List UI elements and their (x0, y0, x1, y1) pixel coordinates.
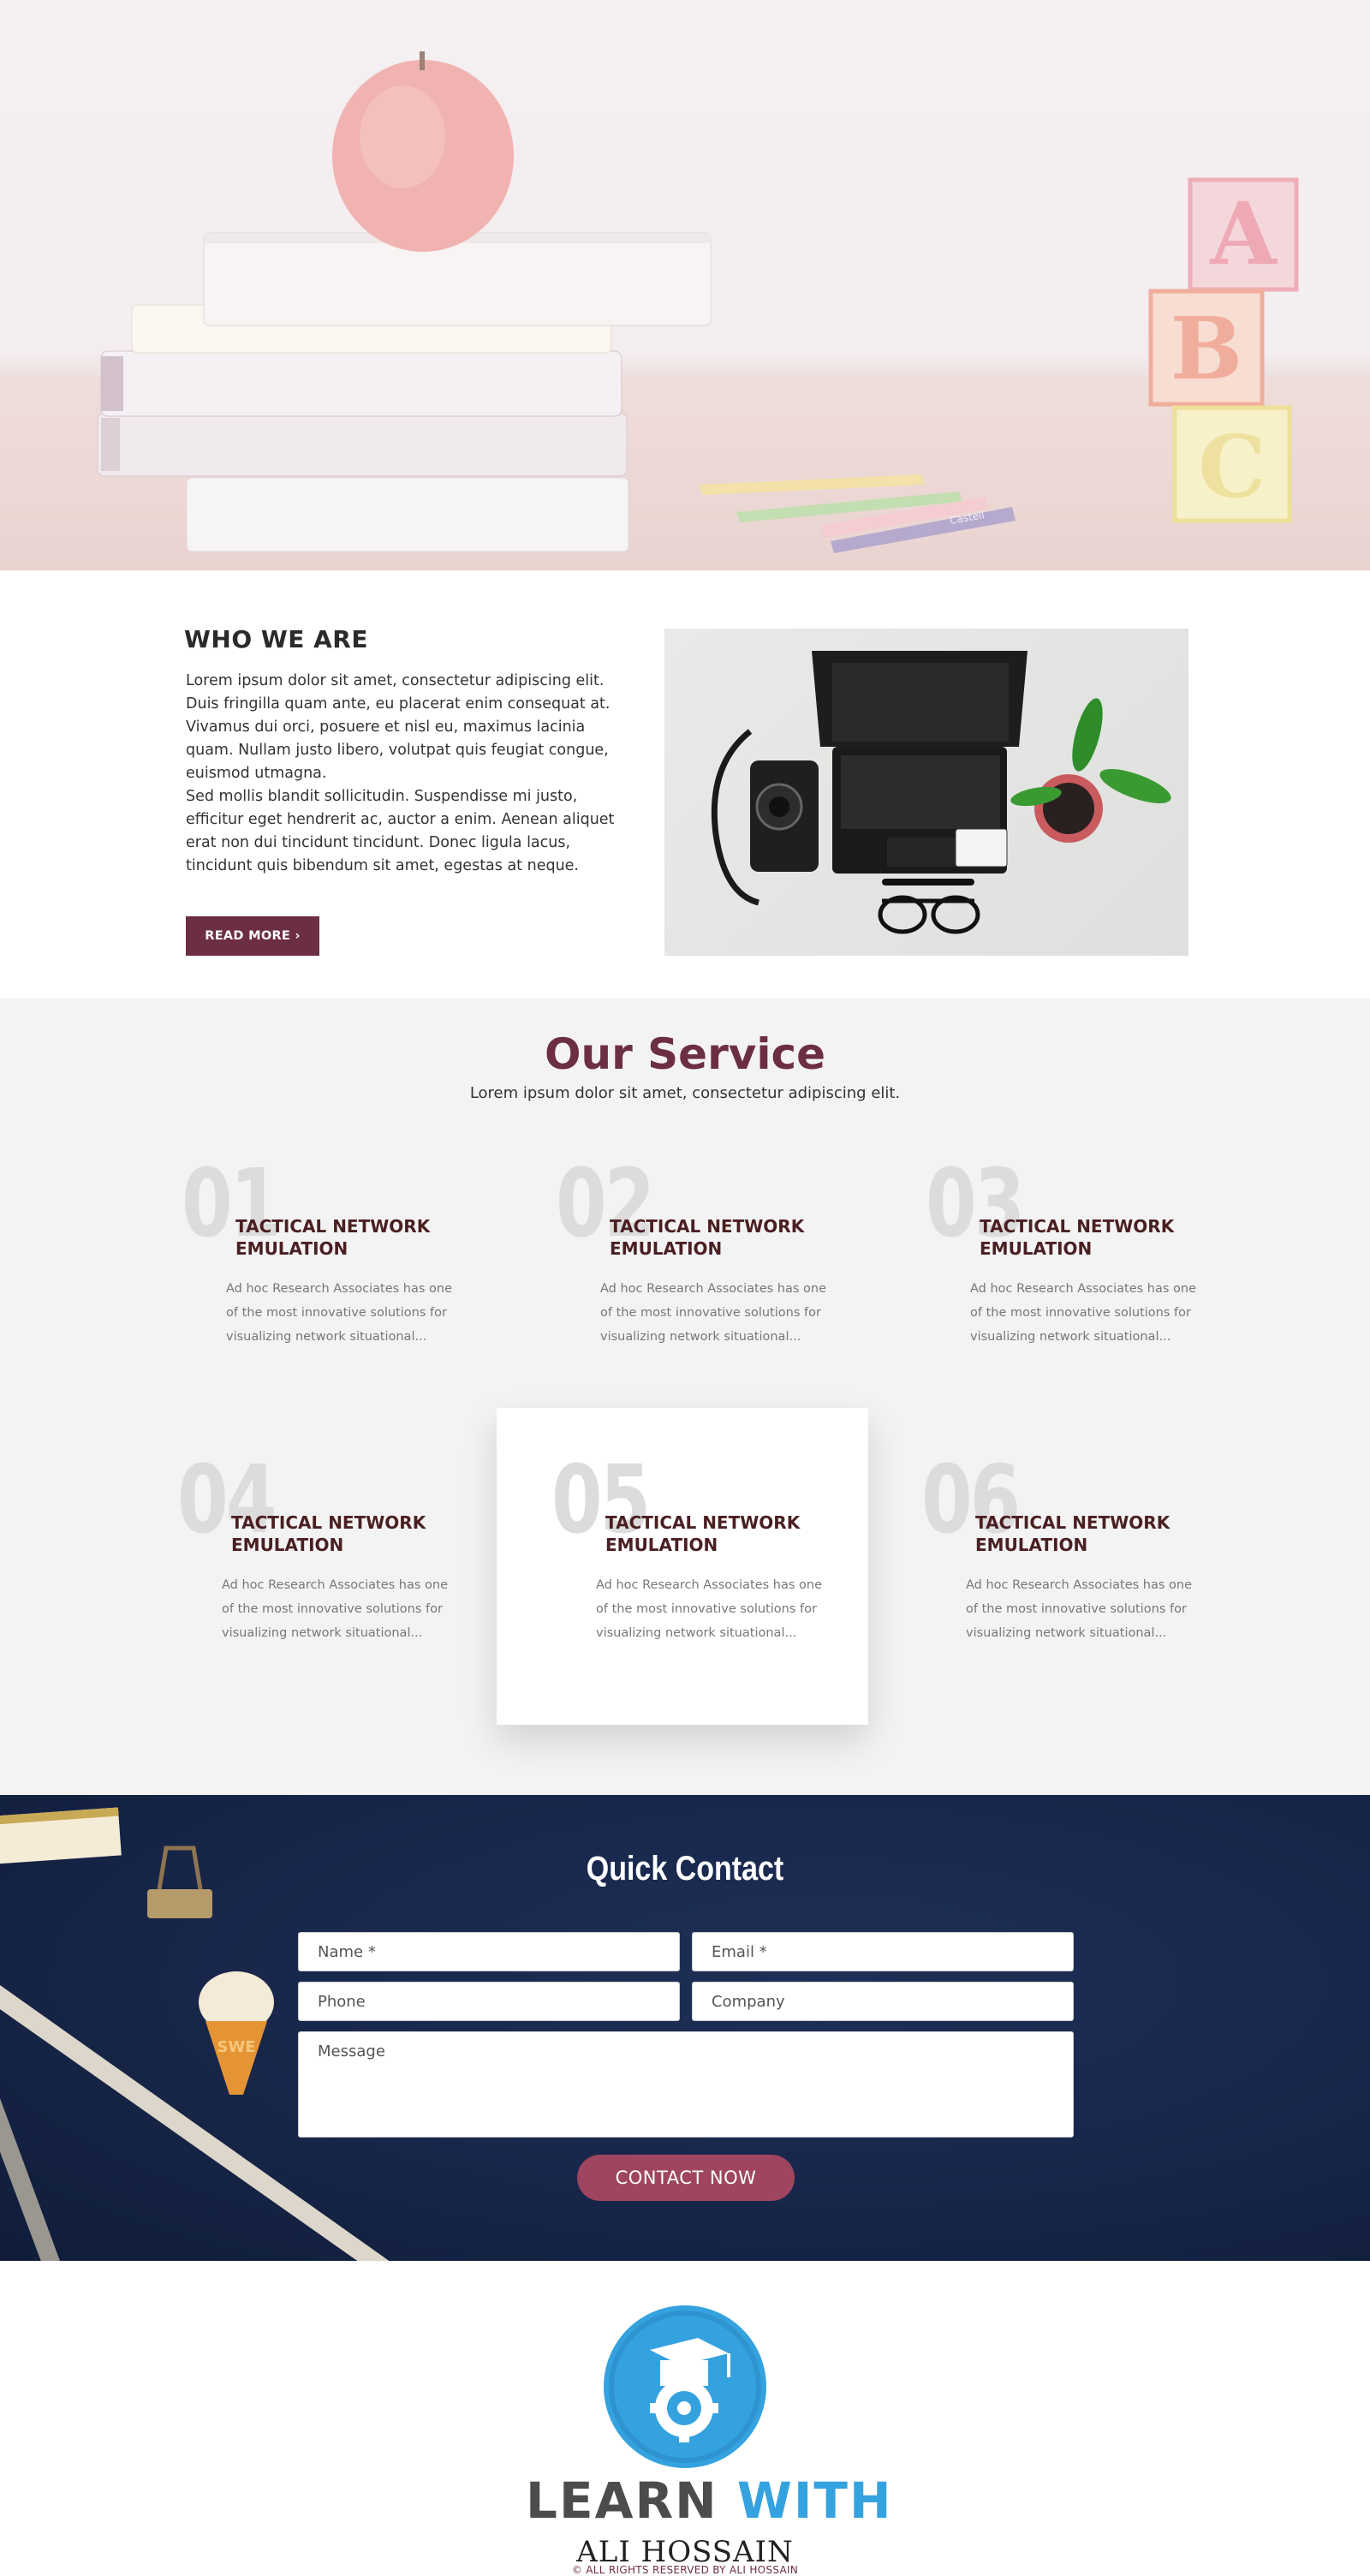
logo-word-learn: LEARN (526, 2472, 718, 2530)
service-card-02[interactable]: 02 TACTICAL NETWORK EMULATION Ad hoc Res… (501, 1137, 873, 1454)
services-subtitle: Lorem ipsum dolor sit amet, consectetur … (469, 1084, 901, 1102)
service-title: TACTICAL NETWORK EMULATION (235, 1216, 431, 1259)
service-text: Ad hoc Research Associates has one of th… (222, 1578, 449, 1640)
camera-icon (711, 729, 819, 906)
service-text: Ad hoc Research Associates has one of th… (600, 1282, 827, 1344)
name-field[interactable]: Name * (298, 1932, 680, 1971)
desk-flatlay-illustration (711, 651, 1171, 934)
contact-now-button[interactable]: CONTACT NOW (577, 2155, 795, 2201)
logo-badge (604, 2305, 766, 2468)
service-title: TACTICAL NETWORK EMULATION (980, 1216, 1175, 1259)
service-text: Ad hoc Research Associates has one of th… (596, 1578, 823, 1640)
phone-field[interactable]: Phone (298, 1982, 680, 2021)
hero-banner: Castell A B C (0, 0, 1370, 570)
service-title: TACTICAL NETWORK EMULATION (231, 1512, 426, 1555)
service-text: Ad hoc Research Associates has one of th… (970, 1282, 1197, 1344)
contact-title: Quick Contact (586, 1850, 784, 1887)
pen-icon (882, 879, 974, 886)
quick-contact-section: SWE Quick Contact Name * Email * Phone C… (0, 1795, 1370, 2261)
business-card-icon (955, 828, 1008, 868)
about-paragraph-2: Sed mollis blandit sollicitudin. Suspend… (186, 788, 615, 874)
copyright-text: © ALL RIGHTS RESERVED BY ALI HOSSAIN (571, 2564, 799, 2576)
logo-word-with: WITH (736, 2472, 893, 2530)
company-field[interactable]: Company (692, 1982, 1074, 2021)
services-title: Our Service (544, 1029, 826, 1079)
about-paragraph-1: Lorem ipsum dolor sit amet, consectetur … (186, 672, 611, 782)
glasses-icon (878, 895, 980, 934)
logo-wordmark: LEARN WITH (526, 2472, 893, 2530)
read-more-button[interactable]: READ MORE › (186, 916, 319, 956)
graduation-gear-icon (609, 2311, 761, 2463)
message-field[interactable]: Message (298, 2031, 1074, 2138)
about-image (664, 629, 1188, 956)
service-card-01[interactable]: 01 TACTICAL NETWORK EMULATION Ad hoc Res… (127, 1137, 498, 1454)
services-section: Our Service Lorem ipsum dolor sit amet, … (0, 999, 1370, 1795)
about-title: WHO WE ARE (184, 625, 368, 653)
service-title: TACTICAL NETWORK EMULATION (610, 1216, 805, 1259)
service-text: Ad hoc Research Associates has one of th… (966, 1578, 1193, 1640)
service-title: TACTICAL NETWORK EMULATION (605, 1512, 801, 1555)
service-card-06[interactable]: 06 TACTICAL NETWORK EMULATION Ad hoc Res… (867, 1434, 1238, 1750)
footer: LEARN WITH ALI HOSSAIN © ALL RIGHTS RESE… (0, 2261, 1370, 2576)
service-card-04[interactable]: 04 TACTICAL NETWORK EMULATION Ad hoc Res… (122, 1434, 494, 1750)
eraser-label: SWE (217, 2038, 255, 2056)
ice-cream-eraser-icon: SWE (199, 1971, 274, 2095)
email-field[interactable]: Email * (692, 1932, 1074, 1971)
service-card-05[interactable]: 05 TACTICAL NETWORK EMULATION Ad hoc Res… (497, 1408, 868, 1725)
service-text: Ad hoc Research Associates has one of th… (226, 1282, 453, 1344)
plant-pot-icon (1010, 698, 1171, 843)
service-card-03[interactable]: 03 TACTICAL NETWORK EMULATION Ad hoc Res… (871, 1137, 1242, 1454)
about-section: WHO WE ARE Lorem ipsum dolor sit amet, c… (0, 570, 1370, 999)
service-title: TACTICAL NETWORK EMULATION (975, 1512, 1170, 1555)
